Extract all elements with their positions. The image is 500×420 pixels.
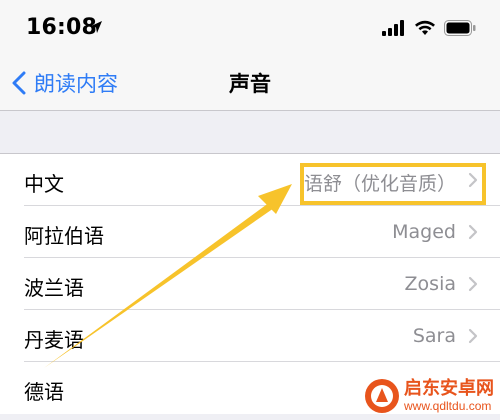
status-time: 16:08 xyxy=(26,15,98,40)
list-item-arabic[interactable]: 阿拉伯语 Maged xyxy=(0,206,500,258)
status-bar: 16:08 xyxy=(0,0,500,56)
list-item-chinese[interactable]: 中文 语舒（优化音质） xyxy=(0,154,500,206)
row-label: 阿拉伯语 xyxy=(24,224,104,248)
chevron-right-icon xyxy=(468,172,478,188)
location-arrow-icon xyxy=(90,21,102,33)
row-value: Sara xyxy=(412,325,456,347)
list-item-danish[interactable]: 丹麦语 Sara xyxy=(0,310,500,362)
row-value: Zosia xyxy=(404,273,456,295)
navigation-bar: 朗读内容 声音 xyxy=(0,56,500,111)
row-label: 丹麦语 xyxy=(24,328,84,352)
chevron-right-icon xyxy=(468,276,478,292)
row-label: 波兰语 xyxy=(24,276,84,300)
chevron-right-icon xyxy=(468,224,478,240)
list-item-german[interactable]: 德语 xyxy=(0,362,500,414)
row-label: 德语 xyxy=(24,380,64,404)
voice-list: 中文 语舒（优化音质） 阿拉伯语 Maged 波兰语 Zosia 丹麦语 Sar… xyxy=(0,153,500,414)
list-item-polish[interactable]: 波兰语 Zosia xyxy=(0,258,500,310)
row-value: 语舒（优化音质） xyxy=(303,173,456,195)
chevron-right-icon xyxy=(468,328,478,344)
row-label: 中文 xyxy=(24,172,64,196)
row-value: Maged xyxy=(392,221,456,243)
wifi-icon xyxy=(415,20,435,35)
cellular-signal-icon xyxy=(382,20,404,36)
status-icons xyxy=(382,20,476,36)
group-spacer xyxy=(0,111,500,153)
battery-icon xyxy=(444,20,476,36)
page-title: 声音 xyxy=(229,72,271,96)
